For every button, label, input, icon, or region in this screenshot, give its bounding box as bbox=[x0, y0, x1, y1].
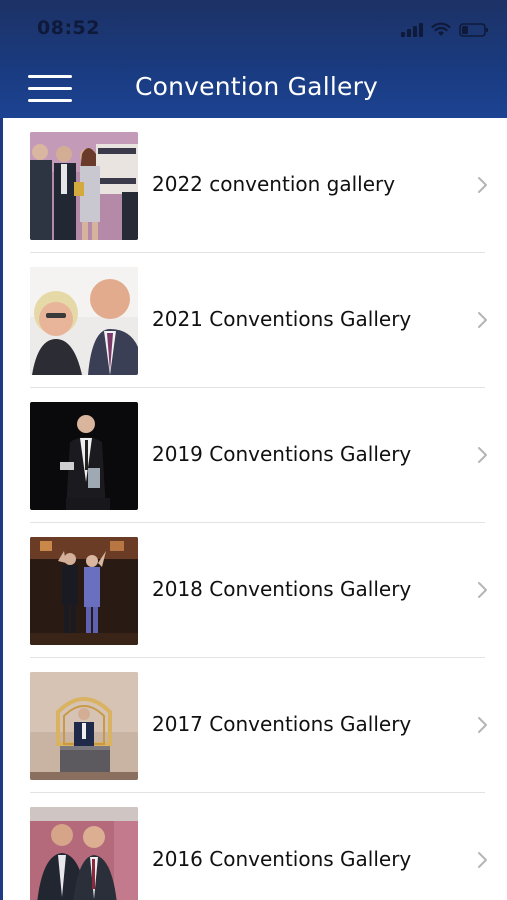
gallery-row-2018[interactable]: 2018 Conventions Gallery bbox=[0, 523, 507, 658]
gallery-row-2019[interactable]: 2019 Conventions Gallery bbox=[0, 388, 507, 523]
status-icons bbox=[401, 22, 489, 37]
status-time: 08:52 bbox=[37, 17, 100, 39]
gallery-label: 2022 convention gallery bbox=[152, 172, 396, 196]
page-title: Convention Gallery bbox=[134, 72, 379, 101]
gallery-label: 2016 Conventions Gallery bbox=[152, 847, 412, 871]
gallery-thumbnail bbox=[30, 672, 138, 780]
gallery-thumbnail bbox=[30, 132, 138, 240]
header-bar: 08:52 Convention Gallery bbox=[0, 0, 507, 118]
gallery-label: 2021 Conventions Gallery bbox=[152, 307, 412, 331]
gallery-label: 2018 Conventions Gallery bbox=[152, 577, 412, 601]
gallery-label: 2017 Conventions Gallery bbox=[152, 712, 412, 736]
chevron-right-icon bbox=[478, 717, 487, 733]
gallery-row-2017[interactable]: 2017 Conventions Gallery bbox=[0, 658, 507, 793]
gallery-thumbnail bbox=[30, 537, 138, 645]
gallery-thumbnail bbox=[30, 807, 138, 900]
chevron-right-icon bbox=[478, 582, 487, 598]
chevron-right-icon bbox=[478, 312, 487, 328]
gallery-row-2022[interactable]: 2022 convention gallery bbox=[0, 118, 507, 253]
chevron-right-icon bbox=[478, 177, 487, 193]
app-screen: 08:52 Convention Gallery 2022 convention… bbox=[0, 0, 507, 900]
gallery-label: 2019 Conventions Gallery bbox=[152, 442, 412, 466]
chevron-right-icon bbox=[478, 447, 487, 463]
gallery-thumbnail bbox=[30, 402, 138, 510]
signal-icon bbox=[401, 23, 423, 37]
gallery-row-2016[interactable]: 2016 Conventions Gallery bbox=[0, 793, 507, 900]
gallery-thumbnail bbox=[30, 267, 138, 375]
chevron-right-icon bbox=[478, 852, 487, 868]
gallery-row-2021[interactable]: 2021 Conventions Gallery bbox=[0, 253, 507, 388]
battery-icon bbox=[459, 23, 489, 37]
wifi-icon bbox=[431, 22, 451, 37]
